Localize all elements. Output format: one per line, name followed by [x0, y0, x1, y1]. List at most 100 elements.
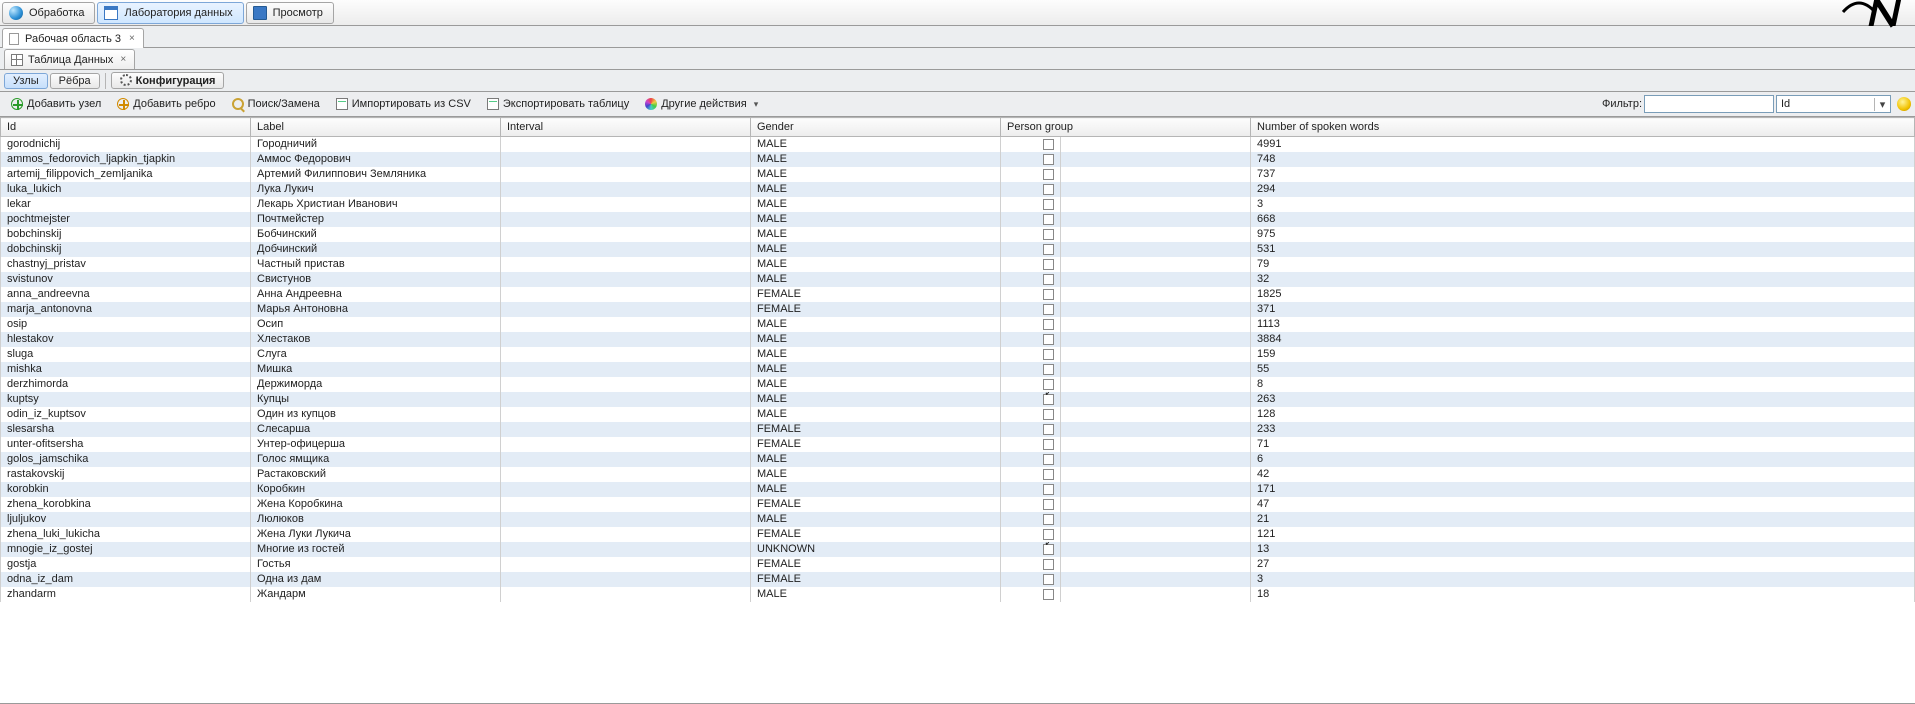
checkbox-icon[interactable]: [1043, 364, 1054, 375]
cell-person-group-checkbox[interactable]: [1001, 407, 1061, 422]
cell-words[interactable]: 233: [1251, 422, 1915, 437]
cell-person-group-checkbox[interactable]: [1001, 497, 1061, 512]
cell-words[interactable]: 1113: [1251, 317, 1915, 332]
cell-label[interactable]: Многие из гостей: [251, 542, 501, 557]
cell-label[interactable]: Жандарм: [251, 587, 501, 602]
cell-person-group-checkbox[interactable]: [1001, 137, 1061, 152]
cell-interval[interactable]: [501, 482, 751, 497]
checkbox-icon[interactable]: [1043, 199, 1054, 210]
col-header-person-group[interactable]: Person group: [1001, 118, 1251, 137]
perspective-tab-preview[interactable]: Просмотр: [246, 2, 334, 24]
cell-words[interactable]: 1825: [1251, 287, 1915, 302]
cell-label[interactable]: Добчинский: [251, 242, 501, 257]
table-row[interactable]: rastakovskijРастаковскийMALE42: [1, 467, 1915, 482]
cell-id[interactable]: chastnyj_pristav: [1, 257, 251, 272]
cell-label[interactable]: Бобчинский: [251, 227, 501, 242]
cell-person-group-checkbox[interactable]: [1001, 467, 1061, 482]
cell-interval[interactable]: [501, 542, 751, 557]
col-header-label[interactable]: Label: [251, 118, 501, 137]
toggle-edges[interactable]: Рёбра: [50, 73, 100, 89]
cell-label[interactable]: Голос ямщика: [251, 452, 501, 467]
cell-words[interactable]: 121: [1251, 527, 1915, 542]
cell-interval[interactable]: [501, 497, 751, 512]
checkbox-icon[interactable]: [1043, 544, 1054, 555]
col-header-id[interactable]: Id: [1, 118, 251, 137]
cell-words[interactable]: 27: [1251, 557, 1915, 572]
cell-id[interactable]: korobkin: [1, 482, 251, 497]
cell-words[interactable]: 3: [1251, 572, 1915, 587]
table-row[interactable]: zhena_luki_lukichaЖена Луки ЛукичаFEMALE…: [1, 527, 1915, 542]
cell-gender[interactable]: MALE: [751, 167, 1001, 182]
cell-id[interactable]: lekar: [1, 197, 251, 212]
checkbox-icon[interactable]: [1043, 484, 1054, 495]
checkbox-icon[interactable]: [1043, 559, 1054, 570]
cell-interval[interactable]: [501, 587, 751, 602]
cell-person-group-pad[interactable]: [1061, 212, 1251, 227]
cell-interval[interactable]: [501, 317, 751, 332]
cell-label[interactable]: Жена Луки Лукича: [251, 527, 501, 542]
cell-interval[interactable]: [501, 512, 751, 527]
cell-person-group-pad[interactable]: [1061, 422, 1251, 437]
col-header-interval[interactable]: Interval: [501, 118, 751, 137]
cell-person-group-pad[interactable]: [1061, 512, 1251, 527]
cell-id[interactable]: unter-ofitsersha: [1, 437, 251, 452]
cell-person-group-checkbox[interactable]: [1001, 422, 1061, 437]
table-row[interactable]: anna_andreevnaАнна АндреевнаFEMALE1825: [1, 287, 1915, 302]
checkbox-icon[interactable]: [1043, 469, 1054, 480]
checkbox-icon[interactable]: [1043, 184, 1054, 195]
cell-id[interactable]: odin_iz_kuptsov: [1, 407, 251, 422]
table-row[interactable]: ammos_fedorovich_ljapkin_tjapkinАммос Фе…: [1, 152, 1915, 167]
cell-interval[interactable]: [501, 557, 751, 572]
checkbox-icon[interactable]: [1043, 379, 1054, 390]
cell-label[interactable]: Унтер-офицерша: [251, 437, 501, 452]
checkbox-icon[interactable]: [1043, 214, 1054, 225]
cell-person-group-pad[interactable]: [1061, 257, 1251, 272]
cell-label[interactable]: Анна Андреевна: [251, 287, 501, 302]
cell-id[interactable]: svistunov: [1, 272, 251, 287]
cell-words[interactable]: 42: [1251, 467, 1915, 482]
checkbox-icon[interactable]: [1043, 409, 1054, 420]
cell-person-group-checkbox[interactable]: [1001, 227, 1061, 242]
table-row[interactable]: mnogie_iz_gostejМногие из гостейUNKNOWN1…: [1, 542, 1915, 557]
cell-person-group-pad[interactable]: [1061, 437, 1251, 452]
table-row[interactable]: osipОсипMALE1113: [1, 317, 1915, 332]
checkbox-icon[interactable]: [1043, 394, 1054, 405]
cell-person-group-pad[interactable]: [1061, 182, 1251, 197]
cell-id[interactable]: mnogie_iz_gostej: [1, 542, 251, 557]
other-actions-button[interactable]: Другие действия▾: [638, 95, 765, 113]
cell-person-group-pad[interactable]: [1061, 497, 1251, 512]
table-row[interactable]: gostjaГостьяFEMALE27: [1, 557, 1915, 572]
cell-words[interactable]: 79: [1251, 257, 1915, 272]
cell-gender[interactable]: MALE: [751, 272, 1001, 287]
cell-words[interactable]: 263: [1251, 392, 1915, 407]
cell-label[interactable]: Городничий: [251, 137, 501, 152]
cell-person-group-checkbox[interactable]: [1001, 512, 1061, 527]
cell-words[interactable]: 737: [1251, 167, 1915, 182]
table-row[interactable]: artemij_filippovich_zemljanikaАртемий Фи…: [1, 167, 1915, 182]
checkbox-icon[interactable]: [1043, 139, 1054, 150]
checkbox-icon[interactable]: [1043, 304, 1054, 315]
cell-person-group-checkbox[interactable]: [1001, 332, 1061, 347]
add-edge-button[interactable]: Добавить ребро: [110, 95, 222, 113]
table-row[interactable]: hlestakovХлестаковMALE3884: [1, 332, 1915, 347]
cell-interval[interactable]: [501, 392, 751, 407]
checkbox-icon[interactable]: [1043, 334, 1054, 345]
cell-person-group-checkbox[interactable]: [1001, 362, 1061, 377]
checkbox-icon[interactable]: [1043, 349, 1054, 360]
cell-gender[interactable]: MALE: [751, 452, 1001, 467]
cell-interval[interactable]: [501, 287, 751, 302]
filter-input[interactable]: [1644, 95, 1774, 113]
checkbox-icon[interactable]: [1043, 439, 1054, 450]
cell-person-group-checkbox[interactable]: [1001, 527, 1061, 542]
cell-gender[interactable]: MALE: [751, 482, 1001, 497]
cell-words[interactable]: 128: [1251, 407, 1915, 422]
checkbox-icon[interactable]: [1043, 289, 1054, 300]
cell-label[interactable]: Лекарь Христиан Иванович: [251, 197, 501, 212]
checkbox-icon[interactable]: [1043, 529, 1054, 540]
cell-label[interactable]: Свистунов: [251, 272, 501, 287]
cell-person-group-checkbox[interactable]: [1001, 452, 1061, 467]
cell-label[interactable]: Мишка: [251, 362, 501, 377]
cell-person-group-checkbox[interactable]: [1001, 377, 1061, 392]
cell-gender[interactable]: FEMALE: [751, 437, 1001, 452]
cell-interval[interactable]: [501, 377, 751, 392]
